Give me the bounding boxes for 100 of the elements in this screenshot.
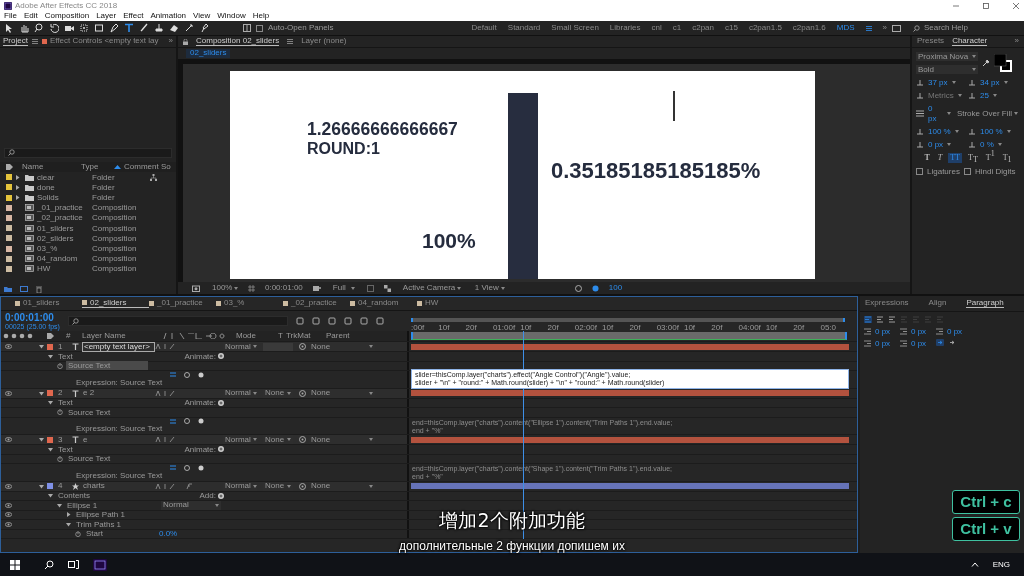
viewer-tab[interactable]: 02_sliders bbox=[186, 49, 231, 58]
pick-whip-icon[interactable] bbox=[198, 418, 204, 425]
layer-name[interactable]: charts bbox=[82, 482, 155, 490]
twirl-triangle-icon[interactable] bbox=[48, 400, 53, 406]
layer-name[interactable]: e bbox=[82, 435, 155, 444]
label-color-swatch[interactable] bbox=[6, 174, 12, 181]
workspace-tab[interactable]: c1 bbox=[672, 23, 682, 33]
twirl-triangle-icon[interactable] bbox=[57, 502, 62, 508]
value-field[interactable]: 0 px bbox=[928, 104, 943, 123]
project-item-name[interactable]: 03_% bbox=[37, 243, 89, 254]
close-icon[interactable] bbox=[1012, 1, 1020, 10]
expression-toggle-icon[interactable] bbox=[170, 418, 176, 424]
language-indicator[interactable]: ENG bbox=[992, 559, 1010, 570]
menu-item[interactable]: Window bbox=[217, 11, 246, 21]
project-item-name[interactable]: _02_practice bbox=[37, 213, 89, 223]
text-style-button[interactable]: TT bbox=[948, 153, 962, 164]
pick-whip-icon[interactable] bbox=[299, 389, 306, 397]
stopwatch-icon[interactable] bbox=[57, 455, 63, 462]
text-direction-icon[interactable] bbox=[948, 339, 956, 347]
mode-dropdown[interactable]: Normal bbox=[223, 342, 257, 351]
panel-tab[interactable]: Align bbox=[928, 299, 947, 308]
label-color-swatch[interactable] bbox=[47, 390, 53, 396]
text-style-button[interactable]: T bbox=[922, 153, 932, 164]
value-field[interactable]: 100 % bbox=[928, 126, 951, 136]
timecode[interactable]: 0:00:01:00 bbox=[265, 283, 303, 293]
workspace-tab[interactable]: Default bbox=[471, 23, 497, 33]
menu-item[interactable]: Composition bbox=[44, 11, 90, 21]
timeline-tab[interactable]: 04_random bbox=[350, 299, 417, 308]
value-field[interactable]: 0 px bbox=[911, 339, 927, 349]
exposure-value[interactable]: 100 bbox=[608, 283, 623, 293]
panel-tab[interactable]: Presets bbox=[917, 37, 945, 46]
layer-name[interactable]: <empty text layer> bbox=[82, 341, 155, 352]
sort-arrow-icon[interactable] bbox=[114, 165, 121, 170]
panel-tab[interactable]: Layer (none) bbox=[301, 37, 347, 46]
add-icon[interactable] bbox=[218, 446, 224, 453]
value-field[interactable]: 0 px bbox=[947, 327, 963, 337]
column-header[interactable]: So bbox=[161, 162, 171, 172]
search-field[interactable] bbox=[4, 147, 172, 158]
font-dropdown[interactable]: Proxima Nova bbox=[916, 52, 978, 61]
column-header[interactable]: Name bbox=[22, 162, 78, 172]
trash-icon[interactable] bbox=[36, 285, 42, 293]
mode-dropdown[interactable]: Normal bbox=[223, 481, 257, 491]
twirl-triangle-icon[interactable] bbox=[48, 446, 53, 452]
hand-icon[interactable] bbox=[19, 23, 29, 33]
project-item-name[interactable]: clear bbox=[37, 172, 89, 182]
value-field[interactable]: 0 px bbox=[911, 327, 927, 337]
workspace-tab[interactable]: Small Screen bbox=[551, 23, 599, 33]
fill-stroke-swatch-icon[interactable] bbox=[994, 54, 1012, 72]
overflow-button[interactable]: » bbox=[1014, 37, 1019, 46]
stroke-mode-dropdown[interactable]: Stroke Over Fill bbox=[954, 109, 1020, 119]
layer-duration-bar[interactable] bbox=[411, 343, 849, 350]
project-item-name[interactable]: 01_sliders bbox=[37, 223, 89, 233]
value-field[interactable]: 100 % bbox=[980, 126, 1003, 136]
twirl-triangle-icon[interactable] bbox=[39, 344, 44, 349]
layer-name[interactable]: e 2 bbox=[82, 389, 155, 397]
expression-toggle-icon[interactable] bbox=[170, 372, 176, 378]
label-color-swatch[interactable] bbox=[47, 436, 53, 443]
project-item-name[interactable]: HW bbox=[37, 264, 89, 274]
property-name[interactable]: Trim Paths 1 bbox=[74, 519, 124, 529]
pick-whip-icon[interactable] bbox=[299, 482, 306, 490]
column-header[interactable]: Type bbox=[81, 162, 111, 172]
label-color-swatch[interactable] bbox=[6, 225, 12, 232]
twirl-triangle-icon[interactable] bbox=[66, 521, 71, 527]
app-logo-icon[interactable] bbox=[93, 558, 107, 571]
track-matte-dropdown[interactable]: None bbox=[263, 388, 293, 398]
align-icon[interactable] bbox=[888, 316, 896, 323]
layer-duration-bar[interactable] bbox=[411, 436, 849, 443]
property-name[interactable]: Source Text bbox=[66, 454, 113, 464]
expression-toggle-icon[interactable] bbox=[170, 465, 176, 471]
property-name[interactable]: Text bbox=[56, 398, 75, 408]
eyedropper-icon[interactable] bbox=[982, 59, 990, 67]
track-matte-dropdown[interactable]: None bbox=[263, 481, 293, 491]
label-color-swatch[interactable] bbox=[6, 265, 12, 272]
search-icon[interactable] bbox=[44, 559, 54, 570]
camera-dropdown[interactable]: Active Camera bbox=[400, 283, 463, 293]
mode-dropdown[interactable]: Normal bbox=[223, 435, 257, 444]
workspace-tab[interactable]: cnl bbox=[651, 23, 662, 33]
timeline-tab[interactable]: 02_sliders bbox=[82, 298, 149, 309]
expression-graph-icon[interactable] bbox=[184, 418, 190, 425]
menu-icon[interactable] bbox=[31, 39, 38, 44]
column-header[interactable]: Layer Name bbox=[82, 331, 162, 341]
property-name[interactable]: Start bbox=[84, 529, 105, 539]
workspace-tab[interactable]: c2pan1.6 bbox=[792, 23, 826, 33]
anchor-icon[interactable] bbox=[79, 23, 89, 33]
task-view-icon[interactable] bbox=[68, 560, 79, 569]
twirl-triangle-icon[interactable] bbox=[39, 390, 44, 396]
menu-item[interactable]: Layer bbox=[96, 11, 117, 21]
region-icon[interactable] bbox=[366, 284, 374, 292]
mode-dropdown[interactable]: Normal bbox=[223, 388, 257, 398]
label-color-swatch[interactable] bbox=[47, 483, 53, 489]
rotate-icon[interactable] bbox=[49, 23, 59, 33]
column-header[interactable]: Mode bbox=[236, 331, 274, 341]
project-item-name[interactable]: done bbox=[37, 182, 89, 192]
rectangle-icon[interactable] bbox=[94, 23, 104, 33]
label-color-swatch[interactable] bbox=[6, 204, 12, 211]
column-header[interactable]: Comment bbox=[124, 162, 158, 172]
type-tool-icon[interactable] bbox=[124, 23, 134, 33]
label-color-swatch[interactable] bbox=[6, 214, 12, 221]
property-name[interactable]: Ellipse 1 bbox=[65, 500, 100, 510]
project-item-name[interactable]: Solids bbox=[37, 193, 89, 203]
